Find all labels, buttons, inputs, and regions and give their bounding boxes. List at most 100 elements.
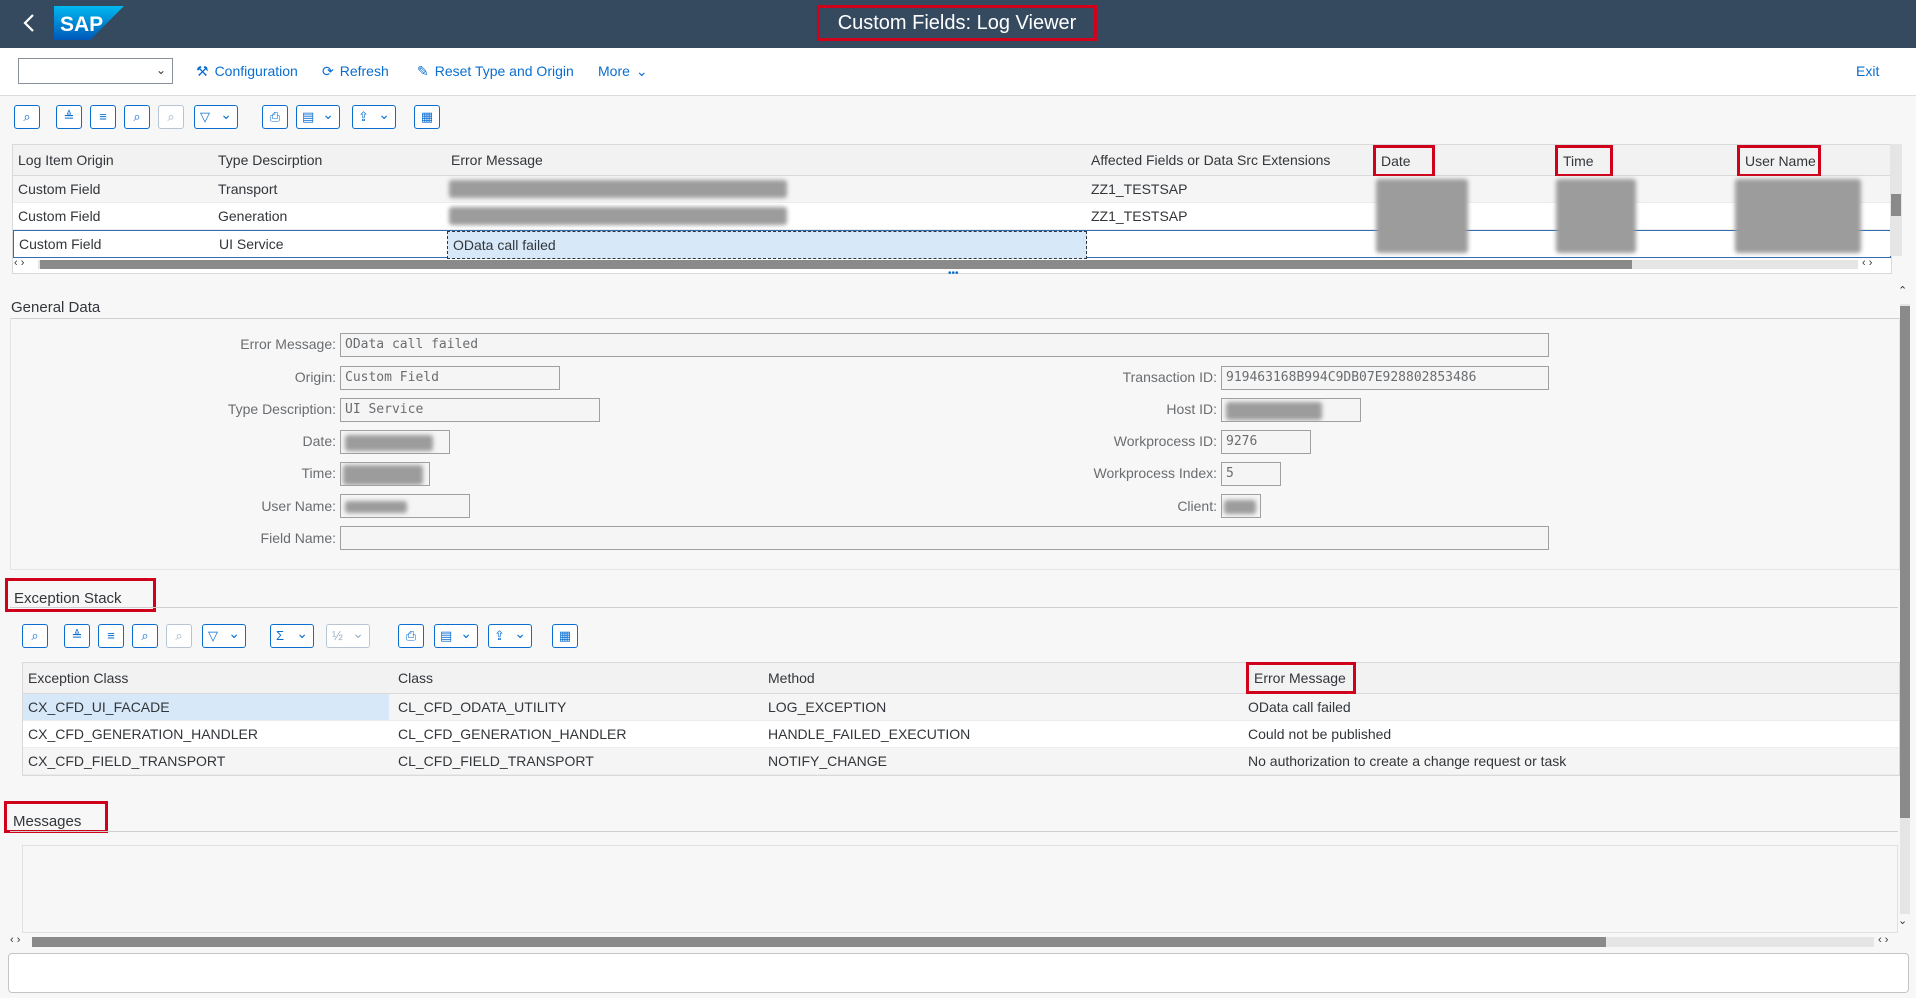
type-description-field[interactable]: UI Service (340, 398, 600, 422)
date-field[interactable] (340, 430, 450, 454)
transaction-id-label: Transaction ID: (1122, 369, 1217, 385)
layout-icon[interactable]: ▤ (434, 622, 478, 648)
page-hscroll-thumb[interactable] (32, 937, 1606, 947)
sum-icon[interactable]: Σ (270, 622, 314, 648)
error-message-field[interactable]: OData call failed (340, 333, 1549, 357)
client-label: Client: (1177, 498, 1217, 514)
filter-icon[interactable]: ▽ (194, 103, 238, 129)
more-button[interactable]: More ⌄ (598, 60, 648, 82)
redacted-message (449, 180, 787, 198)
col-time[interactable]: Time (1555, 145, 1613, 177)
cell-origin: Custom Field (18, 208, 101, 224)
transaction-id-field[interactable]: 919463168B994C9DB07E928802853486 (1221, 366, 1549, 390)
messages-divider (10, 831, 1898, 832)
time-label: Time: (301, 465, 336, 481)
sort-descending-icon[interactable]: ≡ (90, 105, 116, 129)
redacted-client (1224, 500, 1256, 514)
workprocess-index-label: Workprocess Index: (1093, 465, 1217, 481)
page-vscroll-thumb[interactable] (1900, 306, 1910, 818)
views-icon[interactable]: ▦ (552, 624, 578, 648)
redacted-time (343, 465, 423, 485)
filter-icon[interactable]: ▽ (202, 622, 246, 648)
cell-type: UI Service (219, 236, 284, 252)
redacted-time (1556, 179, 1636, 253)
exception-table: Exception Class Class Method Error Messa… (22, 662, 1900, 776)
layout-icon[interactable]: ▤ (296, 103, 340, 129)
refresh-icon: ⟳ (322, 63, 334, 79)
export-icon[interactable]: ⇪ (352, 103, 396, 129)
workprocess-id-label: Workprocess ID: (1113, 433, 1217, 449)
redacted-message (449, 207, 787, 225)
col-log-item-origin[interactable]: Log Item Origin (13, 145, 213, 175)
scroll-up-icon[interactable]: ⌃ (1898, 284, 1910, 298)
splitter-handle[interactable]: ••• (948, 269, 966, 279)
col-exception-error-message[interactable]: Error Message (1246, 662, 1356, 694)
col-user-name[interactable]: User Name (1737, 145, 1821, 177)
log-table-hscroll-thumb[interactable] (40, 260, 1632, 269)
status-bar (8, 953, 1909, 993)
client-field[interactable] (1221, 494, 1261, 518)
col-method[interactable]: Method (763, 663, 1243, 693)
time-field[interactable] (340, 462, 430, 486)
export-icon[interactable]: ⇪ (488, 622, 532, 648)
col-type-description[interactable]: Type Descirption (213, 145, 446, 175)
find-icon[interactable]: ⌕ (132, 624, 158, 648)
cell-exception-class: CX_CFD_UI_FACADE (23, 694, 389, 720)
col-class[interactable]: Class (393, 663, 763, 693)
scroll-left-right-icon[interactable]: ‹ › (1878, 934, 1898, 948)
table-row[interactable]: CX_CFD_UI_FACADE CL_CFD_ODATA_UTILITY LO… (23, 694, 1899, 721)
reset-type-origin-button[interactable]: ✎ Reset Type and Origin (417, 60, 574, 82)
configuration-button[interactable]: ⚒ Configuration (196, 60, 298, 82)
cell-affected: ZZ1_TESTSAP (1091, 181, 1188, 197)
back-arrow-icon[interactable] (18, 10, 42, 36)
refresh-button[interactable]: ⟳ Refresh (322, 60, 389, 82)
cell-affected: ZZ1_TESTSAP (1091, 208, 1188, 224)
sort-ascending-icon[interactable]: ≜ (56, 105, 82, 129)
subtotal-icon: ½ (326, 622, 370, 648)
workprocess-index-field[interactable]: 5 (1221, 462, 1281, 486)
sort-ascending-icon[interactable]: ≜ (64, 624, 90, 648)
scroll-left-right-icon[interactable]: ‹ › (1862, 257, 1882, 271)
cell-type: Generation (218, 208, 288, 224)
col-error-message[interactable]: Error Message (446, 145, 1086, 175)
scroll-left-right-icon[interactable]: ‹ › (10, 934, 30, 948)
scroll-left-right-icon[interactable]: ‹ › (14, 257, 34, 271)
print-icon[interactable]: ⎙ (262, 105, 288, 129)
cell-origin: Custom Field (19, 236, 102, 252)
sap-logo: SAP (54, 6, 124, 40)
views-icon[interactable]: ▦ (414, 105, 440, 129)
general-data-title: General Data (11, 299, 101, 316)
table-row[interactable]: CX_CFD_GENERATION_HANDLER CL_CFD_GENERAT… (23, 721, 1899, 748)
cell-origin: Custom Field (18, 181, 101, 197)
details-icon[interactable]: ⌕ (22, 624, 48, 648)
user-name-label: User Name: (261, 498, 336, 514)
host-id-field[interactable] (1221, 398, 1361, 422)
table-row[interactable]: CX_CFD_FIELD_TRANSPORT CL_CFD_FIELD_TRAN… (23, 748, 1899, 775)
messages-title: Messages (4, 801, 108, 833)
user-name-field[interactable] (340, 494, 470, 518)
scroll-down-icon[interactable]: ⌄ (1898, 914, 1910, 928)
cell-method: HANDLE_FAILED_EXECUTION (768, 726, 971, 742)
log-table-vscroll-thumb[interactable] (1891, 194, 1901, 216)
pencil-icon: ✎ (417, 63, 429, 79)
field-name-field[interactable] (340, 526, 1549, 550)
origin-field[interactable]: Custom Field (340, 366, 560, 390)
workprocess-id-field[interactable]: 9276 (1221, 430, 1311, 454)
cell-method: NOTIFY_CHANGE (768, 753, 888, 769)
cell-method: LOG_EXCEPTION (768, 699, 887, 715)
col-exception-class[interactable]: Exception Class (23, 663, 393, 693)
cell-error-message: Could not be published (1248, 726, 1392, 742)
cell-type: Transport (218, 181, 278, 197)
col-affected-fields[interactable]: Affected Fields or Data Src Extensions (1086, 145, 1386, 175)
col-date[interactable]: Date (1373, 145, 1435, 177)
variant-select[interactable]: ⌄ (18, 58, 173, 84)
exit-button[interactable]: Exit (1856, 60, 1879, 82)
redacted-date (1376, 179, 1468, 253)
find-icon[interactable]: ⌕ (124, 105, 150, 129)
date-label: Date: (302, 433, 336, 449)
sort-descending-icon[interactable]: ≡ (98, 624, 124, 648)
print-icon[interactable]: ⎙ (398, 624, 424, 648)
details-icon[interactable]: ⌕ (14, 105, 40, 129)
cell-exception-class: CX_CFD_GENERATION_HANDLER (28, 726, 259, 742)
cell-message[interactable]: OData call failed (447, 231, 1087, 259)
